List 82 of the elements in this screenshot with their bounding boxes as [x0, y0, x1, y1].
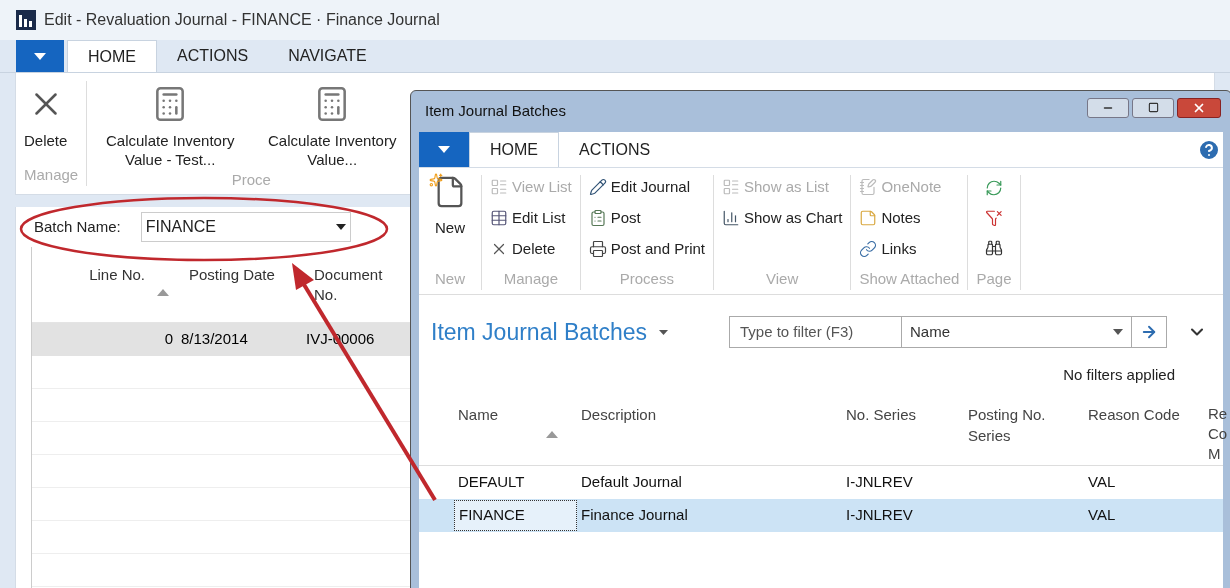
- refresh-icon: [984, 179, 1003, 197]
- sparkle-icon: [429, 173, 443, 187]
- app-logo-icon: [16, 10, 36, 30]
- caret-icon: [335, 224, 346, 230]
- ribbon-button[interactable]: Edit Journal: [588, 175, 705, 199]
- restore-icon: [1147, 102, 1159, 113]
- menu-dropdown-button[interactable]: [419, 132, 469, 167]
- ribbon-button[interactable]: Show as Chart: [722, 206, 843, 230]
- ribbon-button[interactable]: Notes: [859, 206, 960, 230]
- binoculars-icon: [984, 239, 1003, 257]
- menu-dropdown-button[interactable]: [16, 40, 64, 72]
- batch-name-dropdown[interactable]: FINANCE: [140, 212, 351, 242]
- caret-icon[interactable]: [659, 329, 669, 335]
- caret-icon: [34, 52, 46, 60]
- group-label: Manage: [23, 164, 80, 185]
- table-cell-text: VAL: [1087, 472, 1117, 493]
- link-icon: [859, 240, 878, 258]
- sort-arrow-icon: [546, 431, 558, 438]
- ribbon-button[interactable]: Delete: [24, 81, 68, 164]
- table-cell-text: I-JNLREV: [845, 472, 914, 493]
- filter-input[interactable]: Type to filter (F3): [729, 316, 901, 349]
- ribbon-tab[interactable]: ACTIONS: [559, 132, 671, 167]
- list-icon: [490, 178, 508, 196]
- ribbon-tab[interactable]: NAVIGATE: [268, 40, 387, 72]
- table-cell-text: DEFAULT: [457, 472, 526, 493]
- table-row[interactable]: FINANCE Finance Journal I-JNLREV VAL: [419, 499, 1223, 532]
- column-header[interactable]: Document No.: [314, 265, 404, 305]
- table-cell-text: Default Journal: [580, 472, 683, 493]
- maximize-button[interactable]: [1132, 97, 1174, 118]
- column-header[interactable]: Reason Code: [1088, 404, 1204, 425]
- ribbon-tab[interactable]: HOME: [67, 40, 157, 72]
- group-label: New: [434, 268, 466, 289]
- notebook-icon: [859, 178, 878, 196]
- column-header[interactable]: Description: [581, 404, 842, 425]
- note-icon: [859, 209, 878, 227]
- group-label: Manage: [502, 268, 559, 289]
- ribbon-button[interactable]: Calculate Inventory Value - Test...: [95, 81, 246, 169]
- ribbon-button[interactable]: Delete: [490, 237, 572, 261]
- group-label: Show Attached: [859, 268, 960, 289]
- ribbon-tab[interactable]: HOME: [469, 132, 559, 167]
- close-button[interactable]: [1177, 97, 1221, 118]
- group-label: Page: [976, 268, 1012, 289]
- table-row[interactable]: DEFAULT Default Journal I-JNLREV VAL: [419, 466, 1223, 499]
- group-label: Process: [618, 268, 675, 289]
- table-cell-text: I-JNLREV: [845, 505, 914, 526]
- table-cell: FINANCE: [454, 500, 577, 531]
- ribbon-button[interactable]: Edit List: [490, 206, 572, 230]
- table-cell-text: 0: [164, 329, 174, 350]
- chart-icon: [722, 209, 740, 227]
- column-header[interactable]: Posting No. Series: [968, 404, 1084, 446]
- ribbon-button[interactable]: New: [427, 175, 473, 240]
- column-header[interactable]: Line No.: [89, 265, 145, 285]
- sort-arrow-icon: [157, 289, 169, 296]
- pencil-icon: [588, 178, 607, 196]
- ribbon-button[interactable]: Post and Print: [588, 237, 705, 261]
- ribbon-tab[interactable]: ACTIONS: [157, 40, 269, 72]
- list-icon: [722, 178, 740, 196]
- table-cell-text: Finance Journal: [580, 505, 689, 526]
- clipboard-icon: [588, 209, 607, 227]
- column-header[interactable]: Posting Date: [189, 265, 275, 285]
- table-edit-icon: [490, 209, 508, 227]
- ribbon-button[interactable]: Calculate Inventory Value...: [257, 81, 408, 169]
- apply-filter-button[interactable]: [1131, 316, 1167, 349]
- caret-icon: [1113, 329, 1123, 336]
- page-title: Item Journal Batches: [431, 318, 648, 347]
- window-title: Edit - Revaluation Journal - FINANCE · Finance Journal: [44, 10, 440, 30]
- table-cell-text: VAL: [1087, 505, 1117, 526]
- group-label: Proce: [230, 170, 272, 190]
- ribbon-button[interactable]: Post: [588, 206, 705, 230]
- filter-clear-icon: [984, 209, 1003, 227]
- column-header[interactable]: No. Series: [846, 404, 964, 425]
- filter-field-dropdown[interactable]: Name: [901, 316, 1131, 349]
- dialog-title: Item Journal Batches: [425, 101, 566, 122]
- table-cell-text: 8/13/2014: [180, 329, 249, 350]
- filter-status: No filters applied: [1063, 364, 1175, 385]
- ribbon-button[interactable]: Links: [859, 237, 960, 261]
- group-label: View: [765, 268, 800, 289]
- column-header[interactable]: Re Co M: [1208, 404, 1228, 464]
- printer-icon: [588, 240, 607, 258]
- column-header[interactable]: Name: [458, 404, 577, 425]
- caret-icon: [438, 146, 450, 153]
- field-label: Batch Name:: [34, 216, 121, 237]
